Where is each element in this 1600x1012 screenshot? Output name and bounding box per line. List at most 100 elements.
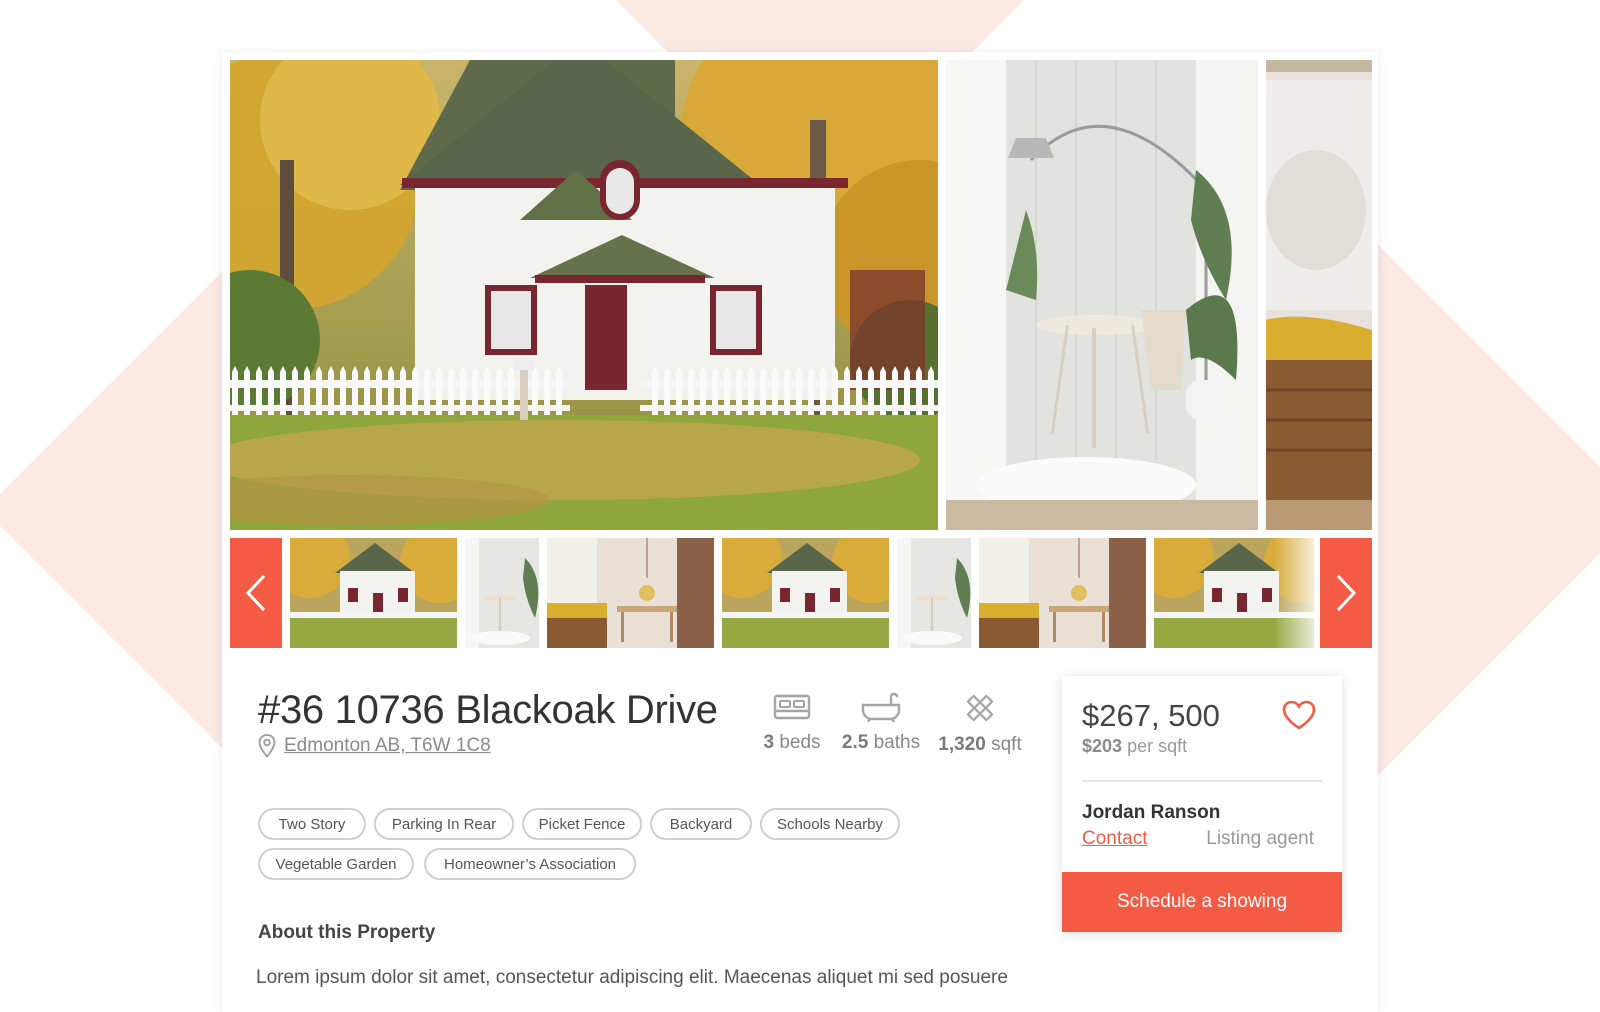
tag-schools-nearby[interactable]: Schools Nearby xyxy=(760,808,900,840)
favorite-button[interactable] xyxy=(1282,700,1316,735)
about-heading: About this Property xyxy=(258,922,436,943)
thumbnail-5[interactable] xyxy=(897,538,971,648)
fence-picket xyxy=(844,366,850,415)
fence-picket xyxy=(484,366,490,415)
fence-picket xyxy=(832,366,838,415)
bed-icon xyxy=(773,694,811,720)
listing-price: $267, 500 xyxy=(1082,698,1220,733)
fence-picket xyxy=(784,366,790,415)
listing-title: #36 10736 Blackoak Drive xyxy=(258,688,718,732)
price-per-sqft-value: $203 xyxy=(1082,736,1123,756)
listing-address-row: Edmonton AB, T6W 1C8 xyxy=(258,734,491,758)
fence-picket xyxy=(904,366,910,415)
fence-picket xyxy=(700,366,706,415)
fence-picket xyxy=(316,366,322,415)
fence-picket xyxy=(748,366,754,415)
thumbnail-6[interactable] xyxy=(979,538,1146,648)
fence-picket xyxy=(460,366,466,415)
price-agent-panel: $267, 500 $203 per sqft Jordan Ranson Co… xyxy=(1062,676,1342,932)
schedule-showing-button[interactable]: Schedule a showing xyxy=(1062,872,1342,932)
fence-picket xyxy=(820,366,826,415)
sqft-value: 1,320 xyxy=(938,734,986,755)
map-pin-icon xyxy=(258,734,276,758)
fence-picket xyxy=(544,366,550,415)
fence-picket xyxy=(268,366,274,415)
fence-picket xyxy=(472,366,478,415)
fence-picket xyxy=(796,366,802,415)
fence-picket xyxy=(400,366,406,415)
fence-picket xyxy=(304,366,310,415)
fence-picket xyxy=(436,366,442,415)
thumbnail-7[interactable] xyxy=(1154,538,1314,648)
fence-picket xyxy=(244,366,250,415)
fence-picket xyxy=(916,366,922,415)
thumbnail-4[interactable] xyxy=(722,538,889,648)
fence-picket xyxy=(652,366,658,415)
gallery-next-button[interactable] xyxy=(1320,538,1372,648)
beds-stat: 3 beds xyxy=(752,692,832,754)
fence-picket xyxy=(760,366,766,415)
photo-interior-partial[interactable] xyxy=(1266,60,1372,530)
tag-homeowners-association[interactable]: Homeowner’s Association xyxy=(424,848,636,880)
fence-picket xyxy=(448,366,454,415)
panel-divider xyxy=(1082,780,1322,782)
fence-picket xyxy=(736,366,742,415)
price-per-sqft: $203 per sqft xyxy=(1082,736,1187,757)
beds-value: 3 xyxy=(763,732,775,753)
fence-picket xyxy=(724,366,730,415)
agent-name: Jordan Ranson xyxy=(1082,802,1221,823)
fence-picket xyxy=(496,366,502,415)
agent-role: Listing agent xyxy=(1206,828,1314,849)
bathtub-icon xyxy=(861,692,901,722)
fence-picket xyxy=(880,366,886,415)
about-text: Lorem ipsum dolor sit amet, consectetur … xyxy=(256,967,1008,988)
baths-stat: 2.5 baths xyxy=(836,692,926,754)
fence-picket xyxy=(532,366,538,415)
tag-two-story[interactable]: Two Story xyxy=(258,808,366,840)
tag-picket-fence[interactable]: Picket Fence xyxy=(522,808,642,840)
baths-value: 2.5 xyxy=(841,732,869,753)
fence-picket xyxy=(388,366,394,415)
gallery-prev-button[interactable] xyxy=(230,538,282,648)
fence-picket xyxy=(808,366,814,415)
fence-picket xyxy=(328,366,334,415)
fence-picket xyxy=(712,366,718,415)
fence-picket xyxy=(772,366,778,415)
fence-picket xyxy=(292,366,298,415)
thumbnail-1[interactable] xyxy=(290,538,457,648)
address-link[interactable]: Edmonton AB, T6W 1C8 xyxy=(284,735,491,757)
fence-picket xyxy=(508,366,514,415)
thumbnail-2[interactable] xyxy=(465,538,539,648)
fence-picket xyxy=(868,366,874,415)
fence-picket xyxy=(688,366,694,415)
sqft-stat: 1,320 sqft xyxy=(934,692,1026,756)
fence-picket xyxy=(232,366,238,415)
fence-picket xyxy=(892,366,898,415)
fence-picket xyxy=(556,366,562,415)
fence-picket xyxy=(340,366,346,415)
baths-unit: baths xyxy=(873,732,921,753)
tag-parking-in-rear[interactable]: Parking In Rear xyxy=(374,808,514,840)
fence-picket xyxy=(376,366,382,415)
photo-interior-living[interactable] xyxy=(946,60,1258,530)
chevron-left-icon xyxy=(245,574,266,612)
fence-picket xyxy=(664,366,670,415)
fence-picket xyxy=(364,366,370,415)
fence-picket xyxy=(352,366,358,415)
fence-picket xyxy=(280,366,286,415)
ruler-pencil-icon xyxy=(966,694,994,722)
sqft-unit: sqft xyxy=(991,734,1022,755)
fence-picket xyxy=(412,366,418,415)
fence-picket xyxy=(928,366,934,415)
tag-backyard[interactable]: Backyard xyxy=(650,808,752,840)
fence-picket xyxy=(856,366,862,415)
fence-picket xyxy=(676,366,682,415)
beds-unit: beds xyxy=(779,732,821,753)
fence-picket xyxy=(424,366,430,415)
main-photo-house-exterior[interactable] xyxy=(230,60,938,530)
contact-link[interactable]: Contact xyxy=(1082,828,1147,850)
price-per-sqft-label: per sqft xyxy=(1127,736,1188,756)
tag-vegetable-garden[interactable]: Vegetable Garden xyxy=(258,848,414,880)
thumbnail-3[interactable] xyxy=(547,538,714,648)
heart-icon xyxy=(1282,700,1316,730)
